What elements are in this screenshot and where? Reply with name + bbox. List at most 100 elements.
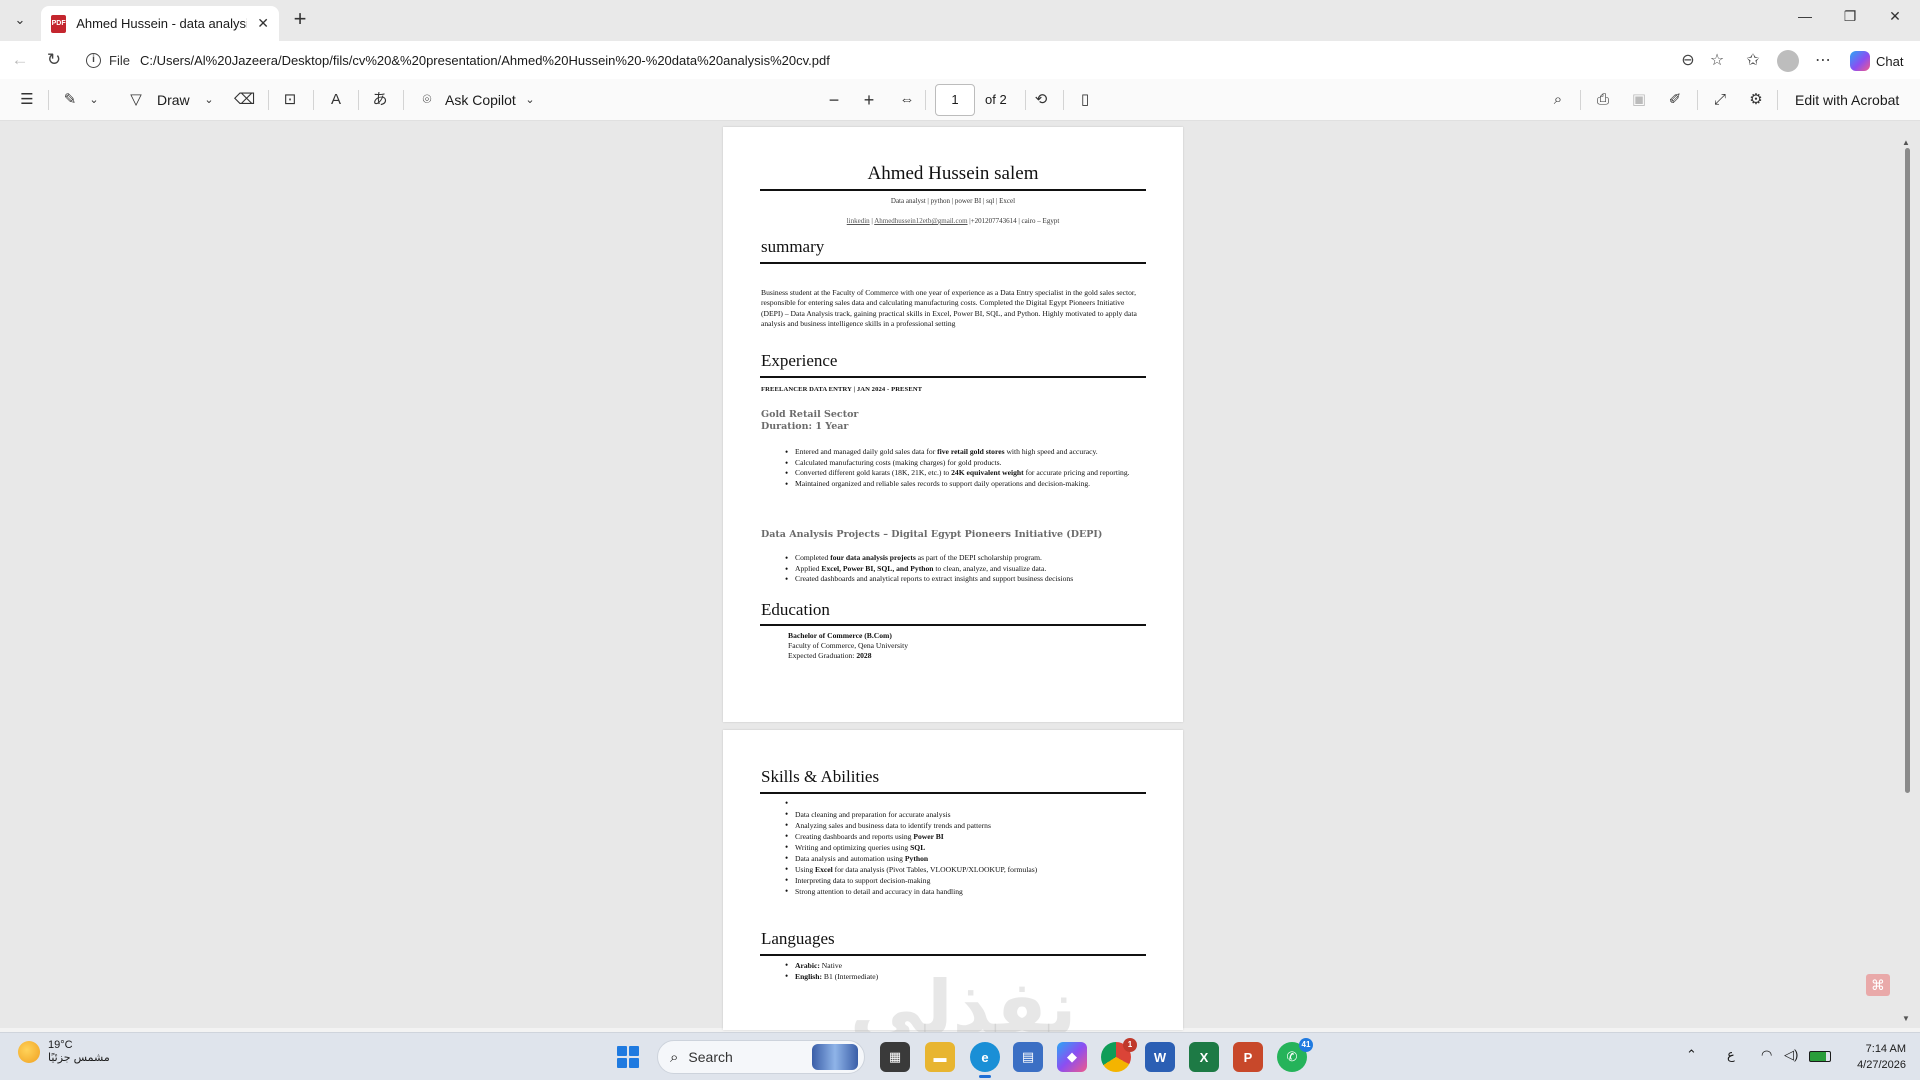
toolbar-divider — [358, 90, 359, 110]
toolbar-divider — [268, 90, 269, 110]
file-explorer-icon[interactable]: ▬ — [925, 1042, 955, 1072]
copilot-logo-icon — [1850, 51, 1870, 71]
print-icon[interactable]: ⎙ — [1592, 89, 1614, 111]
tab-title: Ahmed Hussein - data analysis cv.pdf — [76, 16, 247, 31]
show-hidden-icons-chevron-icon[interactable]: ⌃ — [1686, 1047, 1697, 1063]
restore-icon[interactable]: ❐ — [1830, 8, 1870, 32]
more-options-icon[interactable]: ⋯ — [1812, 50, 1834, 72]
contact-phone-location: |+201207743614 | cairo – Egypt — [967, 217, 1060, 225]
favorite-star-icon[interactable]: ☆ — [1706, 50, 1728, 72]
acrobat-badge-icon[interactable]: ⌘ — [1866, 974, 1890, 996]
toolbar-divider — [1580, 90, 1581, 110]
copilot-chat-button[interactable]: Chat — [1850, 49, 1903, 73]
linkedin-link[interactable]: linkedin — [847, 217, 870, 225]
read-aloud-icon[interactable]: A — [325, 89, 347, 111]
excel-icon[interactable]: X — [1189, 1042, 1219, 1072]
list-item: Maintained organized and reliable sales … — [785, 479, 1150, 490]
eraser-icon[interactable]: ⌫ — [234, 89, 255, 111]
save-icon[interactable]: ▣ — [1628, 89, 1650, 111]
input-language-indicator[interactable]: ع — [1727, 1047, 1735, 1063]
skills-list: Data cleaning and preparation for accura… — [785, 798, 1150, 897]
edge-browser-icon[interactable]: e — [970, 1042, 1000, 1078]
list-item: Strong attention to detail and accuracy … — [785, 886, 1150, 897]
tab-actions-chevron-icon[interactable]: ⌄ — [8, 9, 32, 31]
back-arrow-icon[interactable]: ← — [8, 49, 32, 71]
url-text[interactable]: C:/Users/Al%20Jazeera/Desktop/fils/cv%20… — [140, 53, 830, 68]
list-item: Analyzing sales and business data to ide… — [785, 820, 1150, 831]
toolbar-divider — [48, 90, 49, 110]
list-item: Interpreting data to support decision-ma… — [785, 875, 1150, 886]
new-tab-plus-icon[interactable]: + — [288, 8, 312, 32]
address-bar: ← ↻ i File C:/Users/Al%20Jazeera/Desktop… — [0, 41, 1920, 79]
whatsapp-icon[interactable]: ✆ 41 — [1277, 1038, 1313, 1072]
save-as-icon[interactable]: ✐ — [1664, 89, 1686, 111]
task-view-icon[interactable]: ▦ — [880, 1042, 910, 1072]
site-info-icon[interactable]: i — [86, 52, 101, 68]
list-item: Writing and optimizing queries using SQL — [785, 842, 1150, 853]
zoom-icon[interactable]: ⊖ — [1677, 50, 1699, 72]
highlight-dropdown-icon[interactable]: ⌄ — [87, 89, 101, 111]
ask-copilot-label[interactable]: Ask Copilot — [445, 89, 516, 111]
draw-icon[interactable]: ▽ — [126, 89, 146, 111]
copilot-icon[interactable]: ⌾ — [416, 89, 438, 111]
cv-name: Ahmed Hussein salem — [867, 163, 1039, 184]
favorites-list-icon[interactable]: ✩ — [1742, 50, 1764, 72]
cv-contact: linkedin | Ahmedhussein12etb@gmail.com |… — [723, 217, 1183, 225]
education-heading: Education — [761, 600, 830, 619]
translate-icon[interactable]: あ — [368, 89, 392, 111]
zoom-in-icon[interactable]: + — [859, 89, 879, 111]
fullscreen-icon[interactable]: ⤢ — [1709, 89, 1731, 111]
minimize-icon[interactable]: — — [1785, 8, 1825, 32]
rotate-icon[interactable]: ⟲ — [1030, 89, 1052, 111]
tab-close-icon[interactable]: ✕ — [257, 15, 269, 32]
text-box-icon[interactable]: ⊡ — [280, 89, 300, 111]
copilot-app-icon[interactable]: ◆ — [1057, 1042, 1087, 1072]
refresh-icon[interactable]: ↻ — [42, 49, 66, 71]
system-clock[interactable]: 7:14 AM 4/27/2026 — [1836, 1041, 1906, 1073]
edit-with-acrobat-button[interactable]: Edit with Acrobat — [1795, 89, 1899, 111]
browser-tab[interactable]: PDF Ahmed Hussein - data analysis cv.pdf… — [41, 6, 279, 41]
toolbar-divider — [1063, 90, 1064, 110]
languages-rule — [760, 954, 1146, 956]
profile-avatar[interactable] — [1777, 50, 1799, 72]
page-view-icon[interactable]: ▯ — [1074, 89, 1096, 111]
wifi-icon[interactable]: ◠ — [1761, 1047, 1772, 1063]
experience-rule — [760, 376, 1146, 378]
chrome-icon[interactable]: 1 — [1101, 1038, 1137, 1072]
battery-icon[interactable] — [1809, 1051, 1831, 1062]
taskbar: 19°C مشمس جزئيًا ⌕ Search ▦ ▬ e ▤ ◆ 1 W … — [0, 1032, 1920, 1080]
draw-label[interactable]: Draw — [157, 89, 190, 111]
search-icon: ⌕ — [670, 1048, 679, 1066]
weather-widget[interactable]: 19°C مشمس جزئيًا — [18, 1039, 110, 1064]
list-item: Created dashboards and analytical report… — [785, 574, 1150, 585]
settings-gear-icon[interactable]: ⚙ — [1745, 89, 1767, 111]
vertical-scrollbar-thumb[interactable] — [1905, 148, 1910, 793]
toolbar-divider — [313, 90, 314, 110]
taskbar-search[interactable]: ⌕ Search — [657, 1040, 865, 1074]
store-icon[interactable]: ▤ — [1013, 1042, 1043, 1072]
clock-time: 7:14 AM — [1865, 1043, 1906, 1055]
zoom-out-icon[interactable]: − — [824, 89, 844, 111]
scroll-down-arrow-icon[interactable]: ▼ — [1902, 1014, 1910, 1023]
email-link[interactable]: Ahmedhussein12etb@gmail.com — [874, 217, 967, 225]
powerpoint-icon[interactable]: P — [1233, 1042, 1263, 1072]
contents-list-icon[interactable]: ☰ — [17, 89, 37, 111]
volume-icon[interactable]: ◁) — [1784, 1047, 1798, 1063]
highlight-icon[interactable]: ✎ — [60, 89, 80, 111]
search-highlight-image — [812, 1044, 858, 1070]
summary-text: Business student at the Faculty of Comme… — [761, 288, 1137, 329]
scroll-up-arrow-icon[interactable]: ▲ — [1902, 138, 1910, 147]
find-search-icon[interactable]: ⌕ — [1547, 89, 1569, 111]
pdf-page-1: Ahmed Hussein salem Data analyst | pytho… — [723, 127, 1183, 722]
fit-page-icon[interactable]: ⇔ — [896, 89, 918, 111]
chat-label: Chat — [1876, 53, 1904, 69]
page-number-input[interactable]: 1 — [935, 84, 975, 116]
list-item: Creating dashboards and reports using Po… — [785, 831, 1150, 842]
list-item — [785, 798, 1150, 809]
window-close-icon[interactable]: ✕ — [1875, 8, 1915, 32]
url-field[interactable]: i File C:/Users/Al%20Jazeera/Desktop/fil… — [76, 46, 1766, 74]
word-icon[interactable]: W — [1145, 1042, 1175, 1072]
draw-dropdown-icon[interactable]: ⌄ — [202, 89, 216, 111]
copilot-dropdown-icon[interactable]: ⌄ — [523, 89, 537, 111]
start-windows-icon[interactable] — [617, 1046, 639, 1068]
